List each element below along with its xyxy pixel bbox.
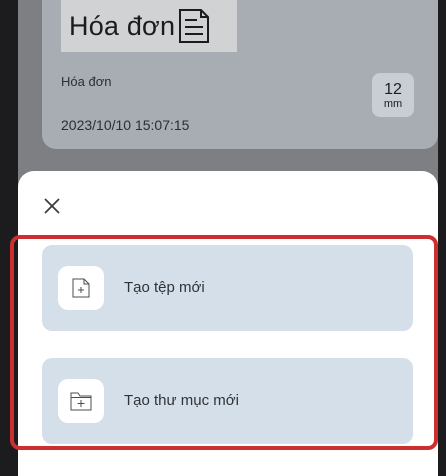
device-frame-right bbox=[438, 0, 446, 476]
create-new-file-label: Tạo tệp mới bbox=[124, 279, 205, 296]
file-date: 2023/10/10 15:07:15 bbox=[61, 117, 190, 133]
create-new-folder-button[interactable]: Tạo thư mục mới bbox=[42, 358, 413, 444]
create-new-file-button[interactable]: Tạo tệp mới bbox=[42, 245, 413, 331]
close-button[interactable] bbox=[38, 192, 66, 220]
document-lines-icon bbox=[177, 8, 211, 44]
create-new-folder-label: Tạo thư mục mới bbox=[124, 392, 239, 409]
new-file-icon bbox=[58, 266, 104, 310]
close-icon bbox=[44, 198, 60, 214]
file-name: Hóa đơn bbox=[61, 74, 112, 89]
size-unit: mm bbox=[383, 98, 403, 110]
file-thumbnail: Hóa đơn bbox=[61, 0, 237, 52]
thumbnail-text: Hóa đơn bbox=[69, 10, 176, 41]
size-value: 12 bbox=[384, 81, 402, 98]
size-badge: 12 mm bbox=[372, 73, 414, 117]
file-card: Hóa đơn Hóa đơn 2023/10/10 15:07:15 12 m… bbox=[42, 0, 438, 149]
new-folder-icon bbox=[58, 379, 104, 423]
